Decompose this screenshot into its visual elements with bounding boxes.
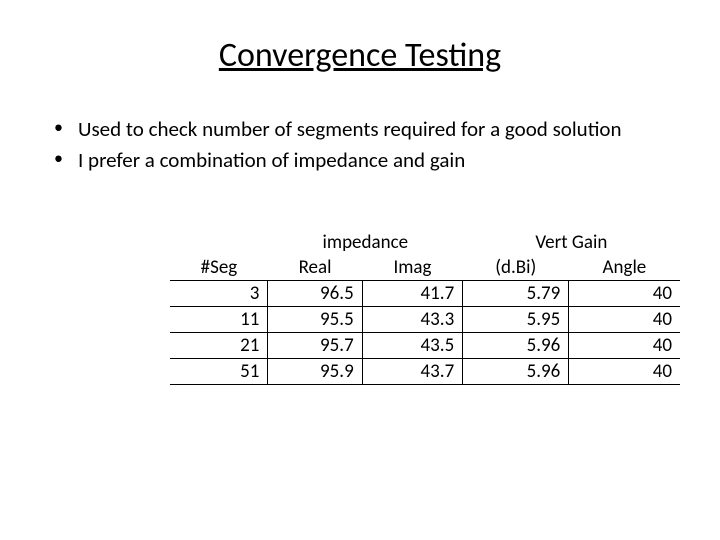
- bullet-item: I prefer a combination of impedance and …: [48, 147, 680, 174]
- cell-seg: 51: [170, 358, 268, 384]
- cell-angle: 40: [569, 306, 680, 332]
- cell-seg: 11: [170, 306, 268, 332]
- cell-angle: 40: [569, 332, 680, 358]
- header-seg: #Seg: [170, 255, 268, 281]
- cell-real: 95.7: [268, 332, 362, 358]
- header-angle: Angle: [569, 255, 680, 281]
- header-imag: Imag: [362, 255, 463, 281]
- cell-imag: 43.7: [362, 358, 463, 384]
- table-row: 51 95.9 43.7 5.96 40: [170, 358, 680, 384]
- bullet-item: Used to check number of segments require…: [48, 116, 680, 143]
- header-blank: [170, 230, 268, 255]
- bullet-list: Used to check number of segments require…: [48, 116, 680, 175]
- table-row: 3 96.5 41.7 5.79 40: [170, 280, 680, 306]
- cell-dbi: 5.96: [463, 358, 569, 384]
- table-row: 21 95.7 43.5 5.96 40: [170, 332, 680, 358]
- header-group-vertgain: Vert Gain: [463, 230, 680, 255]
- cell-real: 95.9: [268, 358, 362, 384]
- cell-real: 95.5: [268, 306, 362, 332]
- cell-imag: 43.5: [362, 332, 463, 358]
- cell-dbi: 5.79: [463, 280, 569, 306]
- header-group-impedance: impedance: [268, 230, 463, 255]
- cell-angle: 40: [569, 280, 680, 306]
- cell-angle: 40: [569, 358, 680, 384]
- cell-seg: 21: [170, 332, 268, 358]
- cell-seg: 3: [170, 280, 268, 306]
- cell-dbi: 5.95: [463, 306, 569, 332]
- table-row: 11 95.5 43.3 5.95 40: [170, 306, 680, 332]
- page-title: Convergence Testing: [40, 35, 680, 76]
- cell-real: 96.5: [268, 280, 362, 306]
- cell-imag: 41.7: [362, 280, 463, 306]
- cell-imag: 43.3: [362, 306, 463, 332]
- convergence-table: impedance Vert Gain #Seg Real Imag (d.Bi…: [170, 230, 680, 385]
- cell-dbi: 5.96: [463, 332, 569, 358]
- header-real: Real: [268, 255, 362, 281]
- header-dbi: (d.Bi): [463, 255, 569, 281]
